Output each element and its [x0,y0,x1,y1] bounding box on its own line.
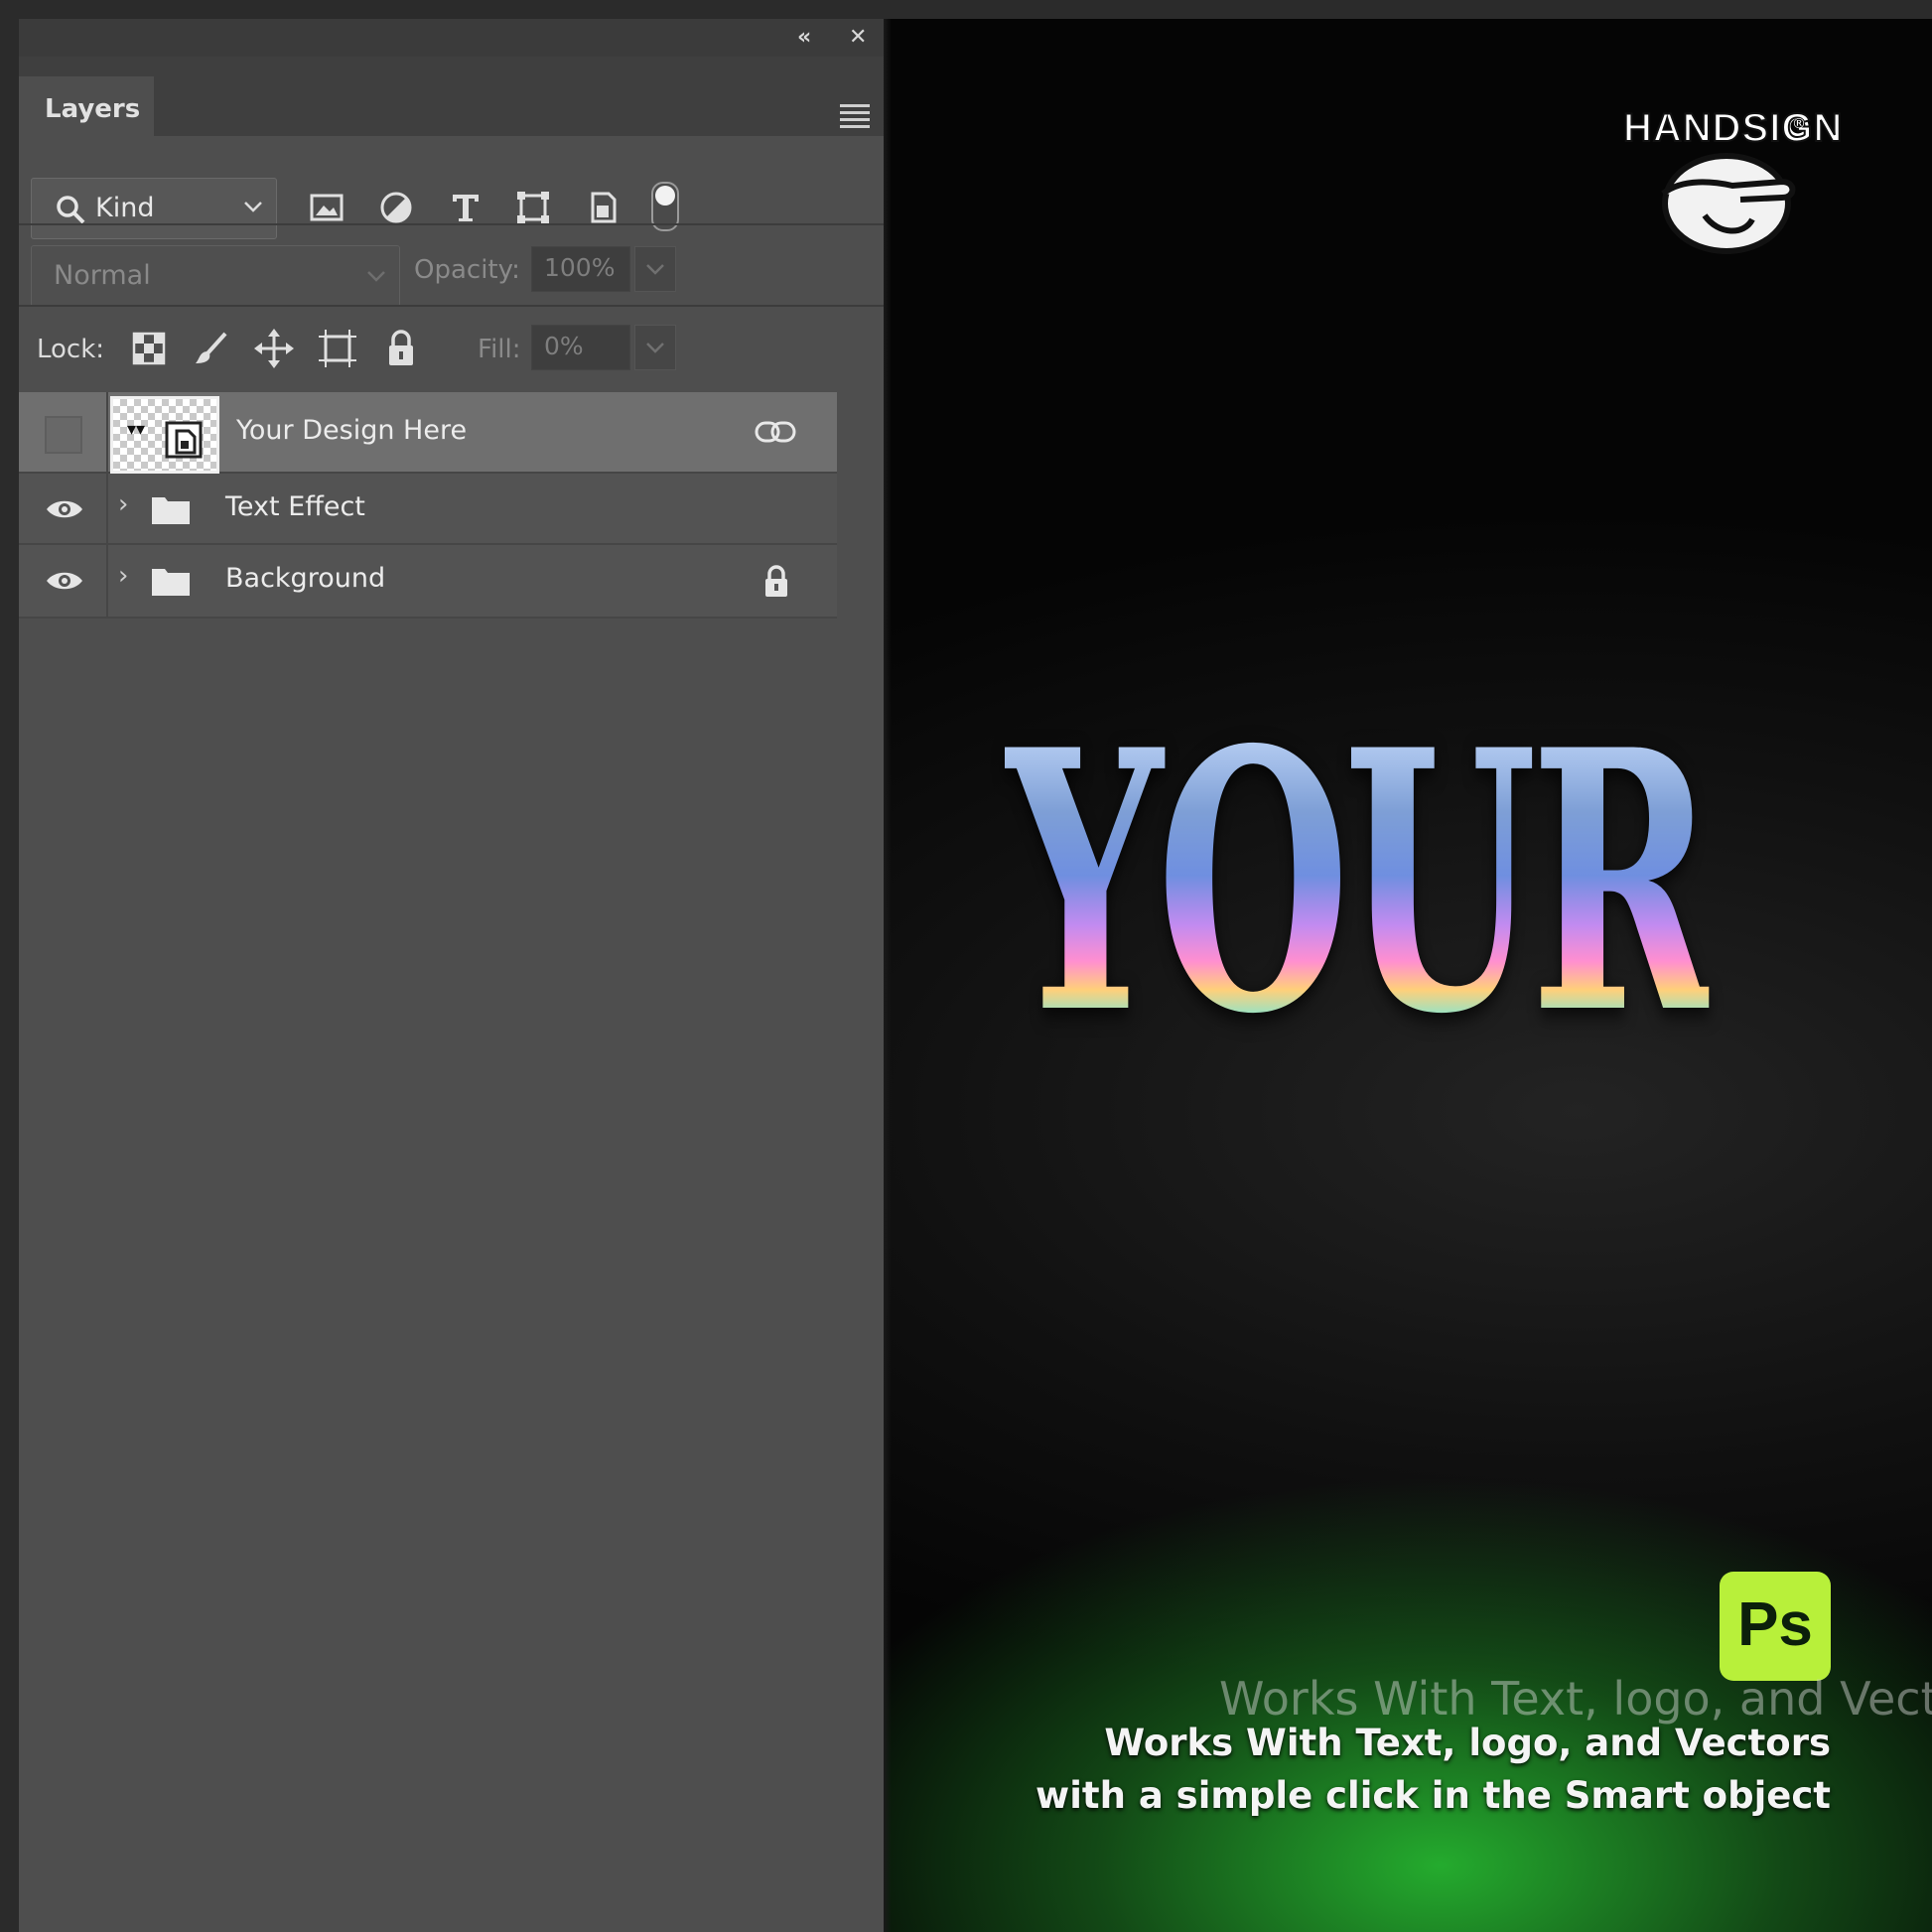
close-icon[interactable]: ✕ [849,27,867,49]
layer-name: Background [225,563,386,594]
fill-input[interactable]: 0% [531,325,630,370]
opacity-input[interactable]: 100% [531,246,630,292]
visibility-column [19,545,108,617]
layer-row-text-effect[interactable]: › Text Effect [19,474,837,545]
handsign-logo: HANDSIGN ® [1622,86,1843,265]
lock-all-icon[interactable] [378,326,424,371]
fill-value: 0% [544,332,584,360]
photoshop-badge: Ps [1720,1572,1831,1681]
opacity-dropdown-button[interactable] [634,246,676,292]
padlock-icon [765,565,787,597]
chevron-down-icon [244,202,262,212]
blend-mode-select[interactable]: Normal [31,245,400,307]
layer-row-your-design-here[interactable]: ▾▾ Your Design Here [19,392,837,474]
folder-icon [152,497,190,524]
chevron-down-icon [646,343,664,353]
link-icon [755,421,796,443]
tab-layers-label: Layers [45,94,141,124]
thumbnail-glyph: ▾▾ [127,419,146,440]
registered-mark: ® [1792,116,1806,132]
folder-icon [152,569,190,596]
chevron-right-icon[interactable]: › [118,489,128,519]
search-icon [57,196,85,224]
chevron-right-icon[interactable]: › [118,561,128,591]
smart-object-badge-icon [165,421,203,459]
panel-tab-row: Layers [19,57,884,156]
chrome-text-effect-preview: YOUR [1005,672,1715,1092]
kind-filter-label: Kind [95,193,155,223]
eye-icon[interactable] [45,497,84,521]
lock-label: Lock: [37,335,105,364]
chevron-down-icon [367,271,385,282]
divider [19,305,884,307]
fill-dropdown-button[interactable] [634,325,676,370]
chevron-down-icon [646,264,664,275]
opacity-label: Opacity: [414,255,520,285]
caption-line-1: Works With Text, logo, and Vectors [1104,1722,1831,1764]
smart-object-thumbnail: ▾▾ [110,396,219,474]
visibility-column [19,474,108,543]
kind-filter-select[interactable]: Kind [31,178,277,239]
caption-line-2: with a simple click in the Smart object [1035,1774,1831,1817]
fill-label: Fill: [478,335,521,364]
ghost-caption: Works With Text, logo, and Vectors [1219,1672,1932,1725]
blend-mode-label: Normal [54,260,151,291]
layers-panel: « ✕ Layers Kind Normal Opacity: 100% Loc… [19,19,884,1932]
canvas-edge [884,19,892,1932]
layer-filter-row: Kind [19,136,884,245]
visibility-toggle-off[interactable] [45,416,82,454]
layer-name: Your Design Here [236,415,468,446]
layer-name: Text Effect [225,491,365,522]
photoshop-badge-label: Ps [1737,1590,1813,1659]
panel-title-bar: « ✕ [19,19,884,57]
double-chevron-left-icon[interactable]: « [797,27,811,49]
lock-artboard-icon[interactable] [315,326,360,371]
hamburger-menu-icon[interactable] [840,104,870,132]
lock-transparent-icon[interactable] [126,326,172,371]
layer-row-background[interactable]: › Background [19,545,837,619]
lock-position-icon[interactable] [251,326,297,371]
opacity-value: 100% [544,253,616,282]
eye-icon[interactable] [45,569,84,593]
document-canvas[interactable]: HANDSIGN ® YOUR Ps Works With Text, logo… [884,19,1932,1932]
visibility-column [19,392,108,472]
lock-paint-icon[interactable] [190,326,235,371]
divider [19,223,884,225]
